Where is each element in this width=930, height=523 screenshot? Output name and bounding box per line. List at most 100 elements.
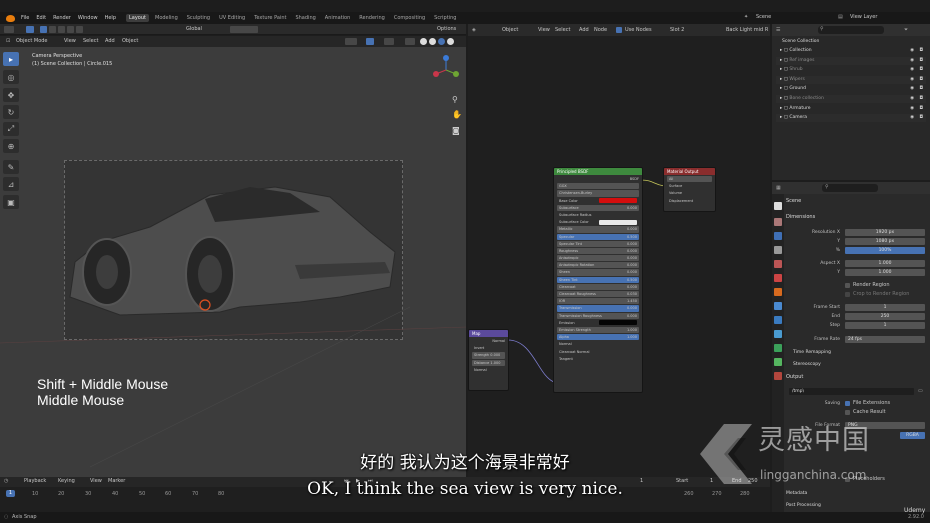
select-mode-subtract-button[interactable] — [58, 26, 65, 33]
select-tool-button[interactable] — [26, 26, 34, 33]
dimensions-section-header[interactable]: Dimensions — [786, 213, 815, 221]
output-section-header[interactable]: Output — [786, 373, 803, 381]
bsdf-output-socket[interactable]: BSDF — [557, 176, 639, 182]
visibility-eye-icon[interactable]: ◉ — [910, 105, 914, 113]
color-rgba-button[interactable]: RGBA — [900, 432, 925, 439]
bsdf-input-row[interactable]: IOR 1.450 — [557, 298, 639, 305]
annotate-icon[interactable]: ✎ — [3, 160, 19, 174]
node-menu-node[interactable]: Node — [594, 28, 607, 33]
outliner-item[interactable]: ▸ ▢ Wipers ◉ ◘ — [776, 75, 926, 84]
file-extensions-checkbox[interactable] — [845, 401, 850, 406]
node-menu-select[interactable]: Select — [555, 28, 570, 33]
crop-region-checkbox[interactable] — [845, 292, 850, 297]
menu-file[interactable]: File — [21, 15, 29, 21]
bsdf-input-row[interactable]: Subsurface 0.000 — [557, 204, 639, 211]
outliner-item[interactable]: ▸ ▢ Ground ◉ ◘ — [776, 85, 926, 93]
aspect-x-field[interactable]: 1.000 — [845, 260, 925, 267]
workspace-tab-layout[interactable]: Layout — [126, 14, 149, 22]
surface-socket[interactable]: Surface — [667, 183, 712, 189]
properties-search-input[interactable] — [822, 184, 878, 192]
render-camera-icon[interactable]: ◘ — [919, 57, 923, 65]
stereoscopy-section[interactable]: Stereoscopy — [793, 361, 821, 369]
frame-step-field[interactable]: 1 — [845, 322, 925, 329]
select-mode-invert-button[interactable] — [67, 26, 74, 33]
volume-socket[interactable]: Volume — [667, 190, 712, 196]
navigation-gizmo[interactable] — [432, 54, 460, 82]
aspect-y-field[interactable]: 1.000 — [845, 269, 925, 276]
material-output-target[interactable]: All — [667, 176, 712, 183]
bsdf-input-row[interactable]: Subsurface Radius — [557, 212, 639, 218]
bsdf-input-row[interactable]: Clearcoat 0.000 — [557, 283, 639, 290]
outliner-item[interactable]: ▸ ▢ Ref images ◉ ◘ — [776, 56, 926, 65]
outliner-scene-collection[interactable]: Scene Collection — [776, 38, 926, 46]
time-remapping-subpanel[interactable]: Time Remapping — [793, 349, 831, 357]
outliner-item[interactable]: ▸ ▢ Camera ◉ ◘ — [776, 114, 926, 123]
visibility-eye-icon[interactable]: ◉ — [910, 57, 914, 65]
workspace-tab-uv-editing[interactable]: UV Editing — [216, 14, 248, 22]
render-camera-icon[interactable]: ◘ — [919, 66, 923, 74]
normal-map-row-2[interactable]: Strength 0.000 — [472, 352, 505, 359]
bsdf-input-row[interactable]: Tangent — [557, 356, 639, 362]
bsdf-input-row[interactable]: Anisotropic Rotation 0.000 — [557, 262, 639, 269]
data-tab-icon[interactable] — [774, 358, 782, 366]
pan-hand-icon[interactable]: ✋ — [452, 110, 462, 119]
render-tab-icon[interactable] — [774, 218, 782, 226]
zoom-icon[interactable]: ⚲ — [452, 95, 458, 104]
render-camera-icon[interactable]: ◘ — [919, 47, 923, 55]
blender-logo-icon[interactable] — [6, 14, 15, 22]
viewport-menu-view[interactable]: View — [64, 39, 76, 44]
add-cube-icon[interactable]: ▣ — [3, 195, 19, 209]
visibility-eye-icon[interactable]: ◉ — [910, 66, 914, 74]
move-icon[interactable]: ✥ — [3, 88, 19, 102]
properties-editor-icon[interactable]: ▦ — [776, 186, 781, 191]
viewport-menu-object[interactable]: Object — [122, 39, 138, 44]
material-selector[interactable]: Back Light mid R — [726, 28, 768, 33]
workspace-tab-shading[interactable]: Shading — [292, 14, 318, 22]
rotate-icon[interactable]: ↻ — [3, 105, 19, 119]
visibility-eye-icon[interactable]: ◉ — [910, 95, 914, 103]
scene-icon[interactable]: ✦ — [744, 15, 748, 20]
distribution-dropdown[interactable]: GGX — [557, 183, 639, 190]
scale-icon[interactable]: ⤢ — [3, 122, 19, 136]
tool-tab-icon[interactable] — [774, 202, 782, 210]
select-mode-extend-button[interactable] — [49, 26, 56, 33]
shading-material-button[interactable] — [438, 38, 445, 45]
render-camera-icon[interactable]: ◘ — [919, 95, 923, 103]
transform-icon[interactable]: ⊕ — [3, 139, 19, 153]
material-output-node[interactable]: Material Output All Surface Volume Displ… — [663, 167, 716, 212]
workspace-tab-animation[interactable]: Animation — [322, 14, 354, 22]
subsurface-method-dropdown[interactable]: Christensen-Burley — [557, 190, 639, 197]
normal-output-socket[interactable]: Normal — [472, 338, 505, 344]
transform-orientation[interactable]: Global — [186, 27, 202, 32]
scene-selector[interactable]: Scene — [756, 15, 771, 20]
outliner-search-input[interactable] — [818, 26, 884, 34]
bsdf-input-row[interactable]: Sheen Tint 0.500 — [557, 276, 639, 283]
bsdf-input-row[interactable]: Roughness 0.000 — [557, 247, 639, 255]
select-box-icon[interactable]: ▸ — [3, 52, 19, 66]
scene-tab-icon[interactable] — [774, 260, 782, 268]
measure-icon[interactable]: ⊿ — [3, 177, 19, 191]
outliner-item[interactable]: ▸ ▢ Armature ◉ ◘ — [776, 105, 926, 113]
bsdf-input-row[interactable]: Emission — [557, 320, 639, 326]
workspace-tab-compositing[interactable]: Compositing — [391, 14, 428, 22]
use-nodes-checkbox[interactable] — [616, 27, 622, 33]
modifier-tab-icon[interactable] — [774, 302, 782, 310]
bsdf-input-row[interactable]: Transmission Roughness 0.000 — [557, 312, 639, 319]
workspace-tab-rendering[interactable]: Rendering — [356, 14, 388, 22]
particles-tab-icon[interactable] — [774, 316, 782, 324]
camera-view-icon[interactable]: ◙ — [452, 126, 460, 135]
shading-wireframe-button[interactable] — [420, 38, 427, 45]
view-layer-tab-icon[interactable] — [774, 246, 782, 254]
frame-start-field[interactable]: 1 — [845, 304, 925, 311]
visibility-eye-icon[interactable]: ◉ — [910, 47, 914, 55]
folder-icon[interactable]: ▭ — [918, 389, 923, 394]
post-processing-section[interactable]: Post Processing — [786, 502, 821, 510]
menu-edit[interactable]: Edit — [36, 15, 46, 21]
output-path-input[interactable]: /tmp\ — [789, 388, 914, 395]
select-mode-intersect-button[interactable] — [76, 26, 83, 33]
workspace-tab-texture-paint[interactable]: Texture Paint — [251, 14, 289, 22]
cache-result-checkbox[interactable] — [845, 410, 850, 415]
view-layer-icon[interactable]: ▤ — [838, 15, 843, 20]
normal-map-node[interactable]: Map Normal Invert Strength 0.000 Distanc… — [468, 329, 509, 391]
render-camera-icon[interactable]: ◘ — [919, 76, 923, 84]
